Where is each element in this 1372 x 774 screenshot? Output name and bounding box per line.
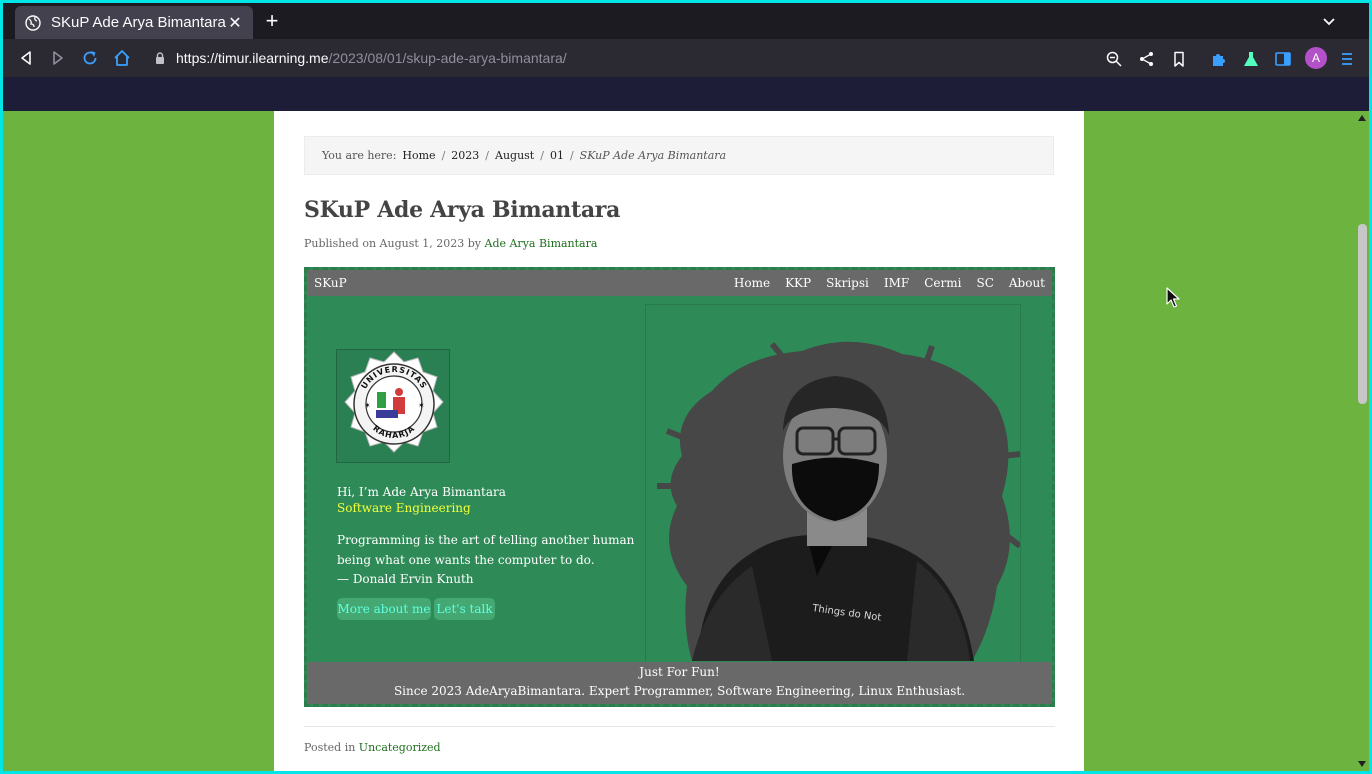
posted-in-label: Posted in — [304, 741, 356, 754]
post-container: You are here: Home / 2023 / August / 01 … — [274, 111, 1084, 771]
quote-line: Programming is the art of telling anothe… — [337, 533, 635, 547]
browser-chrome: SKuP Ade Arya Bimantara ✕ + https://timu… — [3, 3, 1369, 111]
bookmarks-toolbar — [3, 77, 1369, 111]
lock-icon[interactable] — [153, 51, 167, 65]
embed-nav-home[interactable]: Home — [734, 276, 770, 290]
breadcrumb-home[interactable]: Home — [402, 149, 435, 162]
hero-greeting: Hi, I’m Ade Arya Bimantara — [337, 485, 506, 499]
university-logo: UNIVERSITAS RAHARJA ✶ ✶ — [336, 349, 450, 463]
quote-author: — Donald Ervin Knuth — [337, 572, 474, 586]
sidebar-icon[interactable] — [1274, 50, 1292, 68]
navigation-toolbar: https://timur.ilearning.me/2023/08/01/sk… — [3, 39, 1369, 77]
account-avatar[interactable]: A — [1305, 47, 1327, 69]
breadcrumb-separator: / — [569, 149, 574, 162]
breadcrumb-day[interactable]: 01 — [550, 149, 564, 162]
url-host: https://timur.ilearning.me — [176, 50, 329, 66]
embed-nav-links: Home KKP Skripsi IMF Cermi SC About — [719, 276, 1045, 290]
menu-icon[interactable] — [1338, 50, 1356, 68]
reload-icon[interactable] — [80, 48, 100, 68]
breadcrumb-separator: / — [540, 149, 544, 162]
embedded-site: SKuP Home KKP Skripsi IMF Cermi SC About — [304, 267, 1055, 707]
breadcrumb-month[interactable]: August — [495, 149, 534, 162]
page-viewport: You are here: Home / 2023 / August / 01 … — [3, 111, 1369, 771]
breadcrumb-separator: / — [485, 149, 489, 162]
flask-icon[interactable] — [1242, 50, 1260, 68]
extensions-icon[interactable] — [1210, 50, 1228, 68]
tab-strip: SKuP Ade Arya Bimantara ✕ + — [3, 3, 1369, 39]
forward-icon[interactable] — [48, 48, 68, 68]
share-icon[interactable] — [1138, 50, 1156, 68]
close-tab-icon[interactable]: ✕ — [227, 15, 243, 32]
breadcrumb-year[interactable]: 2023 — [451, 149, 479, 162]
zoom-icon[interactable] — [1105, 50, 1123, 68]
url-bar[interactable]: https://timur.ilearning.me/2023/08/01/sk… — [145, 43, 1220, 73]
embed-nav-skripsi[interactable]: Skripsi — [826, 276, 869, 290]
hero-quote: Programming is the art of telling anothe… — [337, 531, 637, 590]
post-title: SKuP Ade Arya Bimantara — [304, 197, 621, 223]
university-seal-icon: UNIVERSITAS RAHARJA ✶ ✶ — [344, 351, 444, 453]
quote-line: being what one wants the computer to do. — [337, 552, 595, 567]
url-path: /2023/08/01/skup-ade-arya-bimantara/ — [328, 50, 567, 66]
mouse-cursor-icon — [1166, 287, 1180, 308]
published-text: Published on August 1, 2023 by — [304, 237, 481, 250]
embed-brand[interactable]: SKuP — [314, 276, 347, 290]
post-meta: Published on August 1, 2023 by Ade Arya … — [304, 237, 597, 250]
globe-icon — [25, 14, 41, 31]
scroll-down-icon[interactable] — [1358, 761, 1366, 767]
svg-text:✶: ✶ — [418, 401, 425, 410]
back-icon[interactable] — [16, 48, 36, 68]
profile-portrait: Things do Not — [657, 341, 1020, 661]
embed-nav-about[interactable]: About — [1009, 276, 1045, 290]
breadcrumb: You are here: Home / 2023 / August / 01 … — [304, 136, 1054, 175]
author-link[interactable]: Ade Arya Bimantara — [485, 237, 598, 250]
embed-navbar: SKuP Home KKP Skripsi IMF Cermi SC About — [307, 270, 1052, 296]
new-tab-icon[interactable]: + — [261, 10, 283, 33]
bookmark-icon[interactable] — [1170, 50, 1188, 68]
footer-tagline: Just For Fun! — [639, 665, 720, 679]
tab-title: SKuP Ade Arya Bimantara — [51, 14, 226, 31]
embed-nav-imf[interactable]: IMF — [884, 276, 909, 290]
category-link[interactable]: Uncategorized — [359, 741, 441, 754]
scrollbar-thumb[interactable] — [1358, 224, 1367, 404]
svg-text:✶: ✶ — [364, 401, 371, 410]
breadcrumb-current: SKuP Ade Arya Bimantara — [579, 149, 727, 162]
post-categories: Posted in Uncategorized — [304, 741, 441, 754]
breadcrumb-separator: / — [441, 149, 446, 162]
breadcrumb-label: You are here: — [322, 149, 397, 162]
lets-talk-button[interactable]: Let's talk — [434, 598, 495, 620]
home-icon[interactable] — [112, 48, 132, 68]
hero-role: Software Engineering — [337, 501, 471, 515]
more-about-me-button[interactable]: More about me — [337, 598, 431, 620]
post-divider — [304, 726, 1055, 727]
footer-copyright: Since 2023 AdeAryaBimantara. Expert Prog… — [393, 684, 966, 698]
embed-nav-kkp[interactable]: KKP — [785, 276, 811, 290]
embed-nav-cermi[interactable]: Cermi — [924, 276, 961, 290]
scroll-up-icon[interactable] — [1358, 115, 1366, 121]
url-text[interactable]: https://timur.ilearning.me/2023/08/01/sk… — [176, 50, 567, 66]
chevron-down-icon[interactable] — [1321, 13, 1337, 29]
embed-footer: Just For Fun! Since 2023 AdeAryaBimantar… — [307, 662, 1052, 704]
embed-nav-sc[interactable]: SC — [976, 276, 993, 290]
page-scrollbar[interactable] — [1355, 111, 1369, 771]
tab-active[interactable]: SKuP Ade Arya Bimantara ✕ — [15, 6, 253, 39]
